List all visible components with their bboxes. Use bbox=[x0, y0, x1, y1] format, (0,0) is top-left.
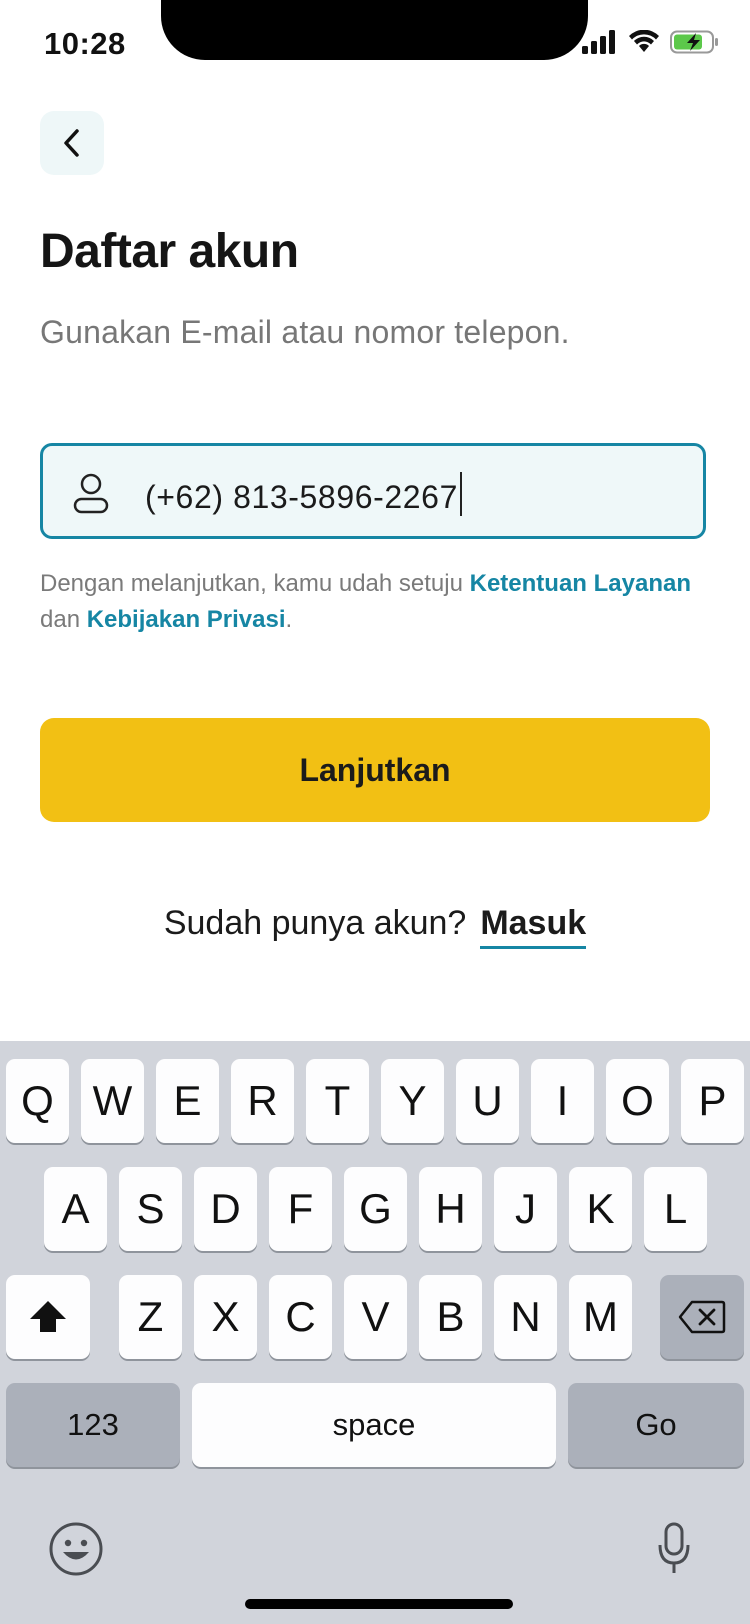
key-g[interactable]: G bbox=[344, 1167, 407, 1251]
wifi-icon bbox=[629, 30, 659, 52]
user-icon bbox=[73, 473, 109, 514]
key-b[interactable]: B bbox=[419, 1275, 482, 1359]
battery-charging-icon bbox=[670, 30, 718, 54]
key-i[interactable]: I bbox=[531, 1059, 594, 1143]
key-f[interactable]: F bbox=[269, 1167, 332, 1251]
key-p[interactable]: P bbox=[681, 1059, 744, 1143]
key-j[interactable]: J bbox=[494, 1167, 557, 1251]
text-caret bbox=[459, 472, 462, 516]
delete-key[interactable] bbox=[660, 1275, 744, 1359]
login-prompt-row: Sudah punya akun? Masuk bbox=[0, 904, 750, 949]
keyboard: Q W E R T Y U I O P A S D F G H J K L Z … bbox=[0, 1041, 750, 1624]
key-c[interactable]: C bbox=[269, 1275, 332, 1359]
key-s[interactable]: S bbox=[119, 1167, 182, 1251]
terms-prefix: Dengan melanjutkan, kamu udah setuju bbox=[40, 570, 470, 597]
key-m[interactable]: M bbox=[569, 1275, 632, 1359]
shift-icon bbox=[30, 1301, 66, 1332]
key-h[interactable]: H bbox=[419, 1167, 482, 1251]
terms-text: Dengan melanjutkan, kamu udah setuju Ket… bbox=[40, 566, 720, 638]
status-icons bbox=[582, 30, 720, 54]
go-key[interactable]: Go bbox=[568, 1383, 744, 1467]
input-value: (+62) 813-5896-2267 bbox=[145, 472, 462, 516]
cellular-signal-icon bbox=[582, 30, 615, 54]
key-u[interactable]: U bbox=[456, 1059, 519, 1143]
terms-suffix: . bbox=[285, 606, 293, 633]
key-r[interactable]: R bbox=[231, 1059, 294, 1143]
key-v[interactable]: V bbox=[344, 1275, 407, 1359]
key-k[interactable]: K bbox=[569, 1167, 632, 1251]
key-e[interactable]: E bbox=[156, 1059, 219, 1143]
key-x[interactable]: X bbox=[194, 1275, 257, 1359]
home-indicator bbox=[245, 1599, 513, 1609]
key-w[interactable]: W bbox=[81, 1059, 144, 1143]
page-title: Daftar akun bbox=[40, 225, 299, 278]
continue-button[interactable]: Lanjutkan bbox=[40, 718, 710, 822]
key-n[interactable]: N bbox=[494, 1275, 557, 1359]
emoji-icon[interactable] bbox=[48, 1521, 104, 1577]
terms-of-service-link[interactable]: Ketentuan Layanan bbox=[470, 570, 691, 597]
numbers-key[interactable]: 123 bbox=[6, 1383, 180, 1467]
backspace-icon bbox=[678, 1300, 726, 1334]
shift-key[interactable] bbox=[6, 1275, 90, 1359]
chevron-left-icon bbox=[64, 129, 79, 157]
phone-email-input[interactable]: (+62) 813-5896-2267 bbox=[40, 443, 706, 539]
login-prompt: Sudah punya akun? bbox=[163, 904, 467, 942]
device-notch bbox=[161, 0, 588, 60]
space-key[interactable]: space bbox=[192, 1383, 556, 1467]
key-z[interactable]: Z bbox=[119, 1275, 182, 1359]
key-a[interactable]: A bbox=[44, 1167, 107, 1251]
microphone-icon[interactable] bbox=[656, 1521, 692, 1577]
back-button[interactable] bbox=[40, 111, 104, 175]
key-y[interactable]: Y bbox=[381, 1059, 444, 1143]
key-t[interactable]: T bbox=[306, 1059, 369, 1143]
key-l[interactable]: L bbox=[644, 1167, 707, 1251]
key-d[interactable]: D bbox=[194, 1167, 257, 1251]
privacy-policy-link[interactable]: Kebijakan Privasi bbox=[87, 606, 286, 633]
login-link[interactable]: Masuk bbox=[480, 904, 587, 949]
key-o[interactable]: O bbox=[606, 1059, 669, 1143]
page-subtitle: Gunakan E-mail atau nomor telepon. bbox=[40, 314, 570, 350]
key-q[interactable]: Q bbox=[6, 1059, 69, 1143]
status-time: 10:28 bbox=[44, 26, 126, 61]
terms-middle: dan bbox=[40, 606, 87, 633]
